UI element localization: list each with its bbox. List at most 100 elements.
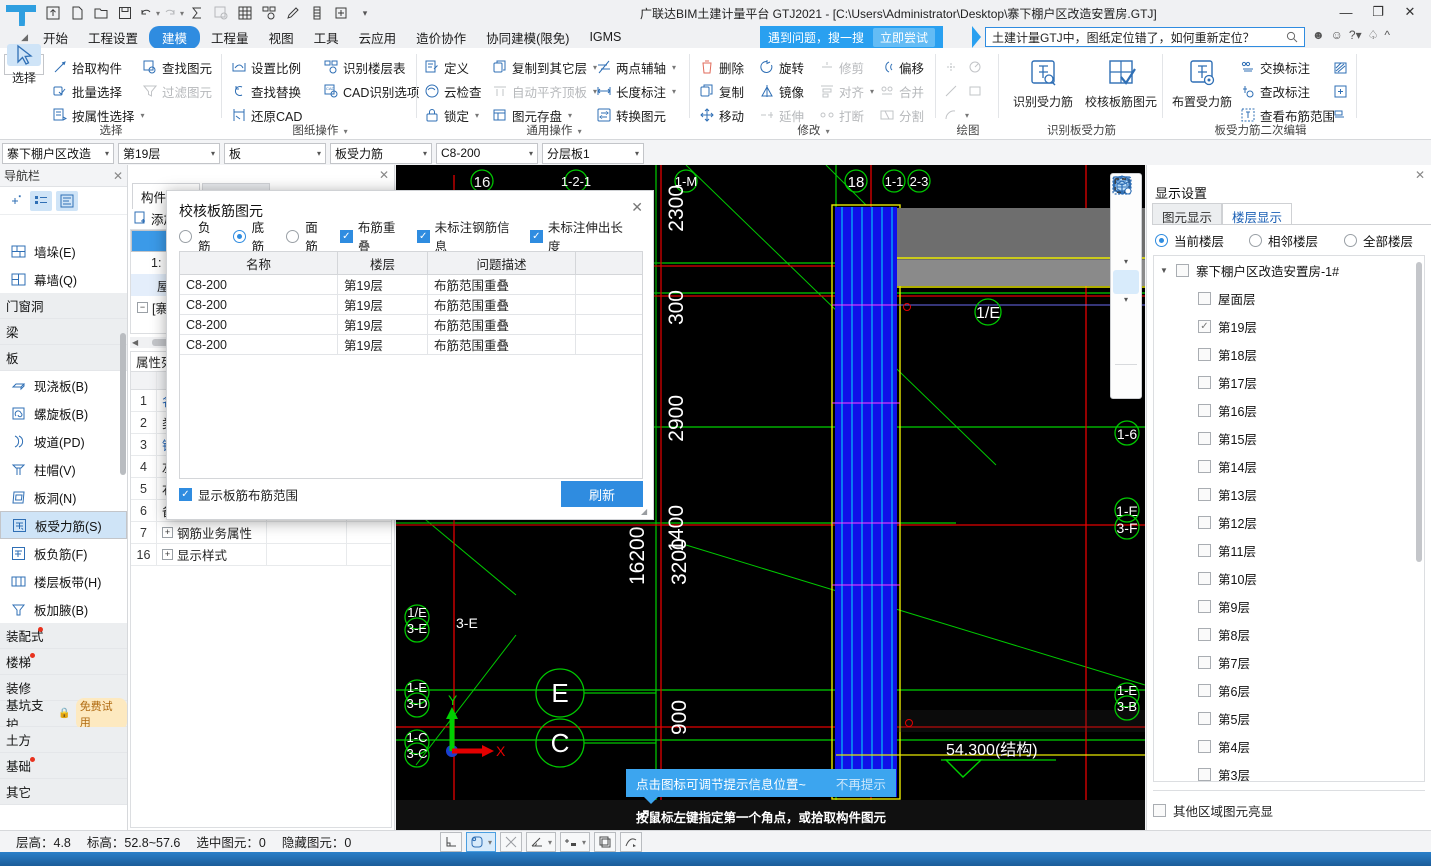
floor-tree-root[interactable]: ▼ 寨下棚户区改造安置房-1# bbox=[1154, 256, 1424, 284]
checkbox[interactable] bbox=[1198, 627, 1211, 641]
edit-dimension-button[interactable]: 查改标注 bbox=[1240, 80, 1310, 102]
swap-dimension-button[interactable]: 交换标注 bbox=[1240, 56, 1310, 78]
chevron-down-icon[interactable]: ▾ bbox=[826, 127, 830, 136]
checkbox[interactable] bbox=[1176, 263, 1189, 277]
menu-item-cost-collab[interactable]: 造价协作 bbox=[407, 26, 475, 49]
cube-highlight-icon[interactable] bbox=[1112, 176, 1139, 359]
menu-item-quantities[interactable]: 工程量 bbox=[202, 26, 258, 49]
chevron-down-icon[interactable]: ▾ bbox=[578, 127, 582, 136]
tab-element-display[interactable]: 图元显示 bbox=[1152, 203, 1223, 225]
add-icon[interactable] bbox=[4, 191, 26, 211]
floor-item[interactable]: 第13层 bbox=[1154, 480, 1424, 508]
nav-group-earthwork[interactable]: 土方 bbox=[0, 727, 127, 753]
chevron-down-icon[interactable]: ▼ bbox=[1160, 266, 1169, 275]
checkbox-unlabeled-rebar-info[interactable]: ✓ 未标注钢筋信息 bbox=[416, 217, 519, 255]
place-rebar-button[interactable]: 布置受力筋 bbox=[1168, 56, 1236, 110]
floor-item[interactable]: 第18层 bbox=[1154, 340, 1424, 368]
checkbox-show-rebar-range[interactable]: ✓ 显示板筋布筋范围 bbox=[179, 485, 298, 504]
checkbox[interactable] bbox=[1198, 571, 1211, 585]
help-search-box[interactable]: 土建计量GTJ中，图纸定位错了，如何重新定位？ bbox=[985, 27, 1305, 47]
nav-item-slab-neg-rebar[interactable]: 板负筋(F) bbox=[0, 539, 127, 567]
floor-item[interactable]: 第7层 bbox=[1154, 648, 1424, 676]
checkbox[interactable] bbox=[1198, 347, 1211, 361]
floor-item[interactable]: 屋面层 bbox=[1154, 284, 1424, 312]
expander-icon[interactable]: + bbox=[162, 549, 173, 560]
category-select[interactable]: 板 ▾ bbox=[224, 142, 326, 164]
cloud-check-button[interactable]: 云检查 bbox=[424, 80, 482, 102]
row-value[interactable] bbox=[267, 544, 347, 565]
box-view-icon[interactable] bbox=[1113, 177, 1139, 256]
table-row[interactable]: C8-200 第19层 布筋范围重叠 bbox=[180, 275, 642, 295]
find-element-button[interactable]: 查找图元 bbox=[142, 56, 212, 78]
promo-try-button[interactable]: 立即尝试 bbox=[873, 27, 936, 47]
nav-item-slab-haunch[interactable]: 板加腋(B) bbox=[0, 595, 127, 623]
chevron-down-icon[interactable]: ▾ bbox=[1124, 258, 1128, 267]
floor-item[interactable]: 第11层 bbox=[1154, 536, 1424, 564]
cad-recognition-options-button[interactable]: CAD CAD识别选项 bbox=[323, 80, 419, 102]
window-controls[interactable]: — ❐ ✕ bbox=[1331, 2, 1425, 22]
checkbox[interactable] bbox=[1198, 375, 1211, 389]
chevron-down-icon[interactable]: ▾ bbox=[568, 111, 572, 120]
solid-view-icon[interactable] bbox=[1113, 177, 1139, 294]
floor-select[interactable]: 第19层 ▾ bbox=[118, 142, 220, 164]
undo-icon[interactable]: ▾ bbox=[138, 3, 160, 23]
ruler-icon[interactable] bbox=[306, 3, 328, 23]
nav-group-foundation[interactable]: 基础 bbox=[0, 753, 127, 779]
set-scale-button[interactable]: 设置比例 bbox=[231, 56, 301, 78]
delete-button[interactable]: 删除 bbox=[699, 56, 744, 78]
3d-view-icon[interactable]: 3D bbox=[1113, 175, 1139, 229]
object-snap-icon[interactable]: ▾ bbox=[466, 832, 497, 852]
hatch-button[interactable] bbox=[1332, 56, 1348, 78]
nav-group-pit-support[interactable]: 基坑支护 🔒 免费试用 bbox=[0, 697, 127, 732]
help-icon[interactable]: ?▾ bbox=[1349, 28, 1362, 42]
checkbox[interactable] bbox=[1198, 291, 1211, 305]
checkbox[interactable]: ✓ bbox=[1198, 319, 1211, 333]
menu-item-project-settings[interactable]: 工程设置 bbox=[79, 26, 147, 49]
checkbox[interactable] bbox=[1198, 683, 1211, 697]
pencil-icon[interactable] bbox=[282, 3, 304, 23]
floor-item[interactable]: 第12层 bbox=[1154, 508, 1424, 536]
offset-button[interactable]: 偏移 bbox=[879, 56, 924, 78]
chevron-down-icon[interactable]: ▾ bbox=[488, 838, 492, 847]
checkbox[interactable] bbox=[1198, 459, 1211, 473]
find-replace-button[interactable]: 查找替换 bbox=[231, 80, 301, 102]
close-button[interactable]: ✕ bbox=[1395, 2, 1425, 22]
nav-item-ramp[interactable]: 坡道(PD) bbox=[0, 427, 127, 455]
radio-top-rebar[interactable]: 面筋 bbox=[286, 217, 329, 255]
chevron-down-icon[interactable]: ▾ bbox=[211, 149, 215, 158]
intersect-snap-icon[interactable] bbox=[500, 832, 523, 852]
checkbox[interactable] bbox=[1198, 487, 1211, 501]
chevron-down-icon[interactable]: ▾ bbox=[548, 838, 552, 847]
open-folder-icon[interactable] bbox=[90, 3, 112, 23]
nav-group-stairs[interactable]: 楼梯 bbox=[0, 649, 127, 675]
chevron-up-icon[interactable]: ^ bbox=[1384, 28, 1390, 42]
point-snap-icon[interactable]: ▾ bbox=[560, 832, 591, 852]
tab-floor-display[interactable]: 楼层显示 bbox=[1222, 203, 1293, 225]
upload-icon[interactable] bbox=[42, 3, 64, 23]
pick-element-button[interactable]: 拾取构件 bbox=[52, 56, 122, 78]
nav-item-wall-pier[interactable]: 墙垛(E) bbox=[0, 237, 127, 265]
table-row[interactable]: C8-200 第19层 布筋范围重叠 bbox=[180, 335, 642, 355]
menu-item-igms[interactable]: IGMS bbox=[580, 28, 630, 46]
dialog-close-icon[interactable]: ✕ bbox=[631, 199, 643, 216]
checkbox[interactable] bbox=[1198, 599, 1211, 613]
menu-item-view[interactable]: 视图 bbox=[260, 26, 303, 49]
row-value[interactable] bbox=[267, 522, 347, 543]
chevron-down-icon[interactable]: ▾ bbox=[582, 838, 586, 847]
checkbox-unlabeled-extension[interactable]: ✓ 未标注伸出长度 bbox=[529, 217, 632, 255]
nav-group-slab[interactable]: 板 bbox=[0, 345, 127, 371]
copy-to-other-floor-button[interactable]: 复制到其它层 ▾ bbox=[492, 56, 597, 78]
menu-item-modeling[interactable]: 建模 bbox=[149, 25, 201, 49]
menu-item-collab-modeling[interactable]: 协同建模(限免) bbox=[477, 26, 578, 49]
user-icon[interactable]: ☻ bbox=[1312, 28, 1325, 42]
minimize-button[interactable]: — bbox=[1331, 2, 1361, 22]
resize-grip-icon[interactable]: ◢ bbox=[641, 507, 650, 516]
checkbox[interactable] bbox=[1198, 515, 1211, 529]
floor-item[interactable]: 第6层 bbox=[1154, 676, 1424, 704]
nav-item-curtain-wall[interactable]: 幕墙(Q) bbox=[0, 265, 127, 293]
nav-group-doors-windows[interactable]: 门窗洞 bbox=[0, 293, 127, 319]
radio-all-floors[interactable]: 全部楼层 bbox=[1344, 231, 1413, 250]
expander-icon[interactable]: + bbox=[162, 527, 173, 538]
table-row[interactable]: C8-200 第19层 布筋范围重叠 bbox=[180, 315, 642, 335]
chevron-down-icon[interactable]: ▾ bbox=[475, 111, 479, 120]
